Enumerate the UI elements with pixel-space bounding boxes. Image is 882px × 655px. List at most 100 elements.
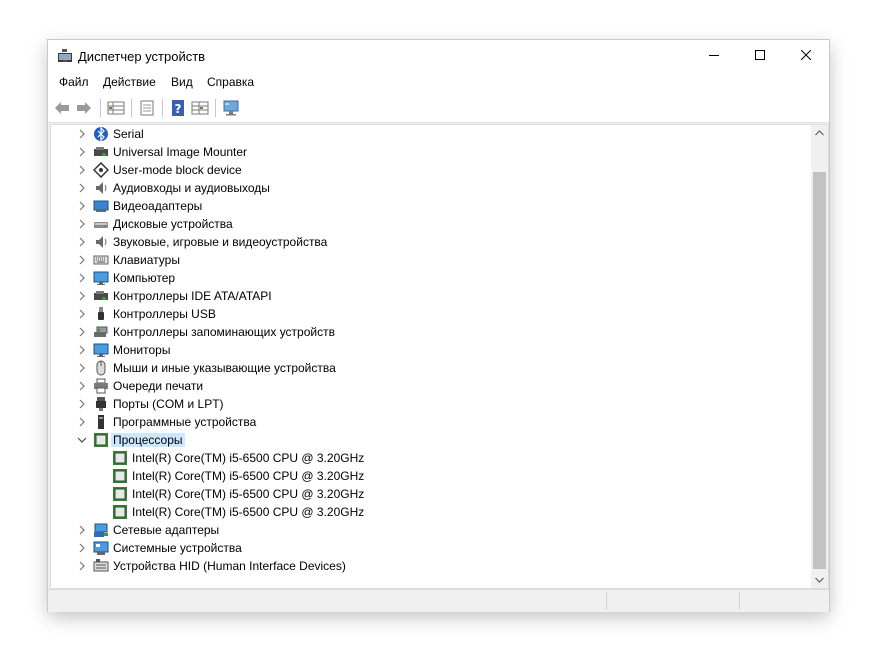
chevron-right-icon[interactable] bbox=[77, 560, 87, 572]
disk-icon bbox=[93, 216, 109, 232]
help-button[interactable]: ? bbox=[168, 98, 188, 118]
device-tree: Serial Universal Image Mounter User-mode b… bbox=[50, 124, 829, 589]
tree-category-5[interactable]: Дисковые устройства bbox=[51, 215, 808, 233]
tree-category-13[interactable]: Мыши и иные указывающие устройства bbox=[51, 359, 808, 377]
close-button[interactable] bbox=[783, 40, 829, 72]
document-button[interactable] bbox=[137, 98, 157, 118]
chevron-right-icon[interactable] bbox=[77, 236, 87, 248]
tree-category-16[interactable]: Программные устройства bbox=[51, 413, 808, 431]
tree-device-17-3[interactable]: Intel(R) Core(TM) i5-6500 CPU @ 3.20GHz bbox=[51, 503, 808, 521]
menu-help[interactable]: Справка bbox=[205, 75, 256, 89]
system-device-icon bbox=[93, 540, 109, 556]
chevron-right-icon[interactable] bbox=[77, 272, 87, 284]
chevron-right-icon[interactable] bbox=[77, 326, 87, 338]
menu-action[interactable]: Действие bbox=[101, 75, 158, 89]
minimize-icon bbox=[709, 55, 719, 56]
tree-category-7[interactable]: Клавиатуры bbox=[51, 251, 808, 269]
chevron-right-icon[interactable] bbox=[77, 254, 87, 266]
maximize-button[interactable] bbox=[737, 40, 783, 72]
chevron-right-icon[interactable] bbox=[77, 344, 87, 356]
tree-category-11[interactable]: Контроллеры запоминающих устройств bbox=[51, 323, 808, 341]
chevron-right-icon[interactable] bbox=[77, 308, 87, 320]
title-bar[interactable]: Диспетчер устройств bbox=[48, 40, 829, 72]
minimize-button[interactable] bbox=[691, 40, 737, 72]
tree-category-3[interactable]: Аудиовходы и аудиовыходы bbox=[51, 179, 808, 197]
menu-bar: Файл Действие Вид Справка bbox=[48, 72, 829, 94]
chevron-right-icon[interactable] bbox=[77, 524, 87, 536]
chevron-right-icon[interactable] bbox=[77, 362, 87, 374]
toolbar: ? bbox=[48, 94, 829, 123]
tree-category-0[interactable]: Serial bbox=[51, 125, 808, 143]
chevron-right-icon[interactable] bbox=[77, 146, 87, 158]
forward-button[interactable] bbox=[74, 98, 94, 118]
tree-category-6[interactable]: Звуковые, игровые и видеоустройства bbox=[51, 233, 808, 251]
close-icon bbox=[801, 50, 811, 60]
tree-category-9[interactable]: Контроллеры IDE ATA/ATAPI bbox=[51, 287, 808, 305]
window-title: Диспетчер устройств bbox=[78, 49, 206, 64]
tree-device-label: Intel(R) Core(TM) i5-6500 CPU @ 3.20GHz bbox=[132, 451, 365, 465]
tree-category-2[interactable]: User-mode block device bbox=[51, 161, 808, 179]
tree-category-label: Мыши и иные указывающие устройства bbox=[113, 361, 336, 375]
chevron-right-icon[interactable] bbox=[77, 416, 87, 428]
tree-category-label: Контроллеры запоминающих устройств bbox=[113, 325, 335, 339]
speaker-icon bbox=[93, 234, 109, 250]
chevron-right-icon[interactable] bbox=[77, 398, 87, 410]
chevron-down-icon[interactable] bbox=[77, 434, 87, 446]
tree-category-4[interactable]: Видеоадаптеры bbox=[51, 197, 808, 215]
back-button[interactable] bbox=[52, 98, 72, 118]
chevron-right-icon[interactable] bbox=[77, 290, 87, 302]
toolbar-separator bbox=[162, 99, 163, 117]
tree-category-14[interactable]: Очереди печати bbox=[51, 377, 808, 395]
back-icon bbox=[55, 102, 69, 114]
chevron-right-icon[interactable] bbox=[77, 218, 87, 230]
scroll-up-button[interactable] bbox=[811, 125, 828, 142]
scroll-down-button[interactable] bbox=[811, 571, 828, 588]
chevron-right-icon[interactable] bbox=[77, 182, 87, 194]
vertical-scrollbar[interactable] bbox=[811, 125, 828, 588]
chevron-right-icon[interactable] bbox=[77, 164, 87, 176]
status-bar bbox=[48, 589, 829, 612]
scroll-thumb[interactable] bbox=[813, 172, 826, 569]
tree-device-17-0[interactable]: Intel(R) Core(TM) i5-6500 CPU @ 3.20GHz bbox=[51, 449, 808, 467]
tree-category-15[interactable]: Порты (COM и LPT) bbox=[51, 395, 808, 413]
mouse-icon bbox=[93, 360, 109, 376]
tree-category-label: Звуковые, игровые и видеоустройства bbox=[113, 235, 328, 249]
menu-view[interactable]: Вид bbox=[169, 75, 195, 89]
properties-grid-icon bbox=[107, 101, 125, 115]
properties-button[interactable] bbox=[106, 98, 126, 118]
help-icon: ? bbox=[172, 100, 184, 116]
grid-button[interactable] bbox=[190, 98, 210, 118]
keyboard-icon bbox=[93, 252, 109, 268]
tree-category-label: Системные устройства bbox=[113, 541, 242, 555]
toolbar-separator bbox=[100, 99, 101, 117]
tree-category-19[interactable]: Системные устройства bbox=[51, 539, 808, 557]
tree-category-18[interactable]: Сетевые адаптеры bbox=[51, 521, 808, 539]
chevron-right-icon[interactable] bbox=[77, 200, 87, 212]
tree-category-10[interactable]: Контроллеры USB bbox=[51, 305, 808, 323]
tree-category-label: Аудиовходы и аудиовыходы bbox=[113, 181, 270, 195]
grid-icon bbox=[191, 101, 209, 115]
menu-file[interactable]: Файл bbox=[57, 75, 91, 89]
status-divider bbox=[606, 592, 607, 610]
chevron-right-icon[interactable] bbox=[77, 542, 87, 554]
processor-icon bbox=[112, 468, 128, 484]
network-adapter-icon bbox=[93, 522, 109, 538]
tree-category-label: Serial bbox=[113, 127, 144, 141]
printer-icon bbox=[93, 378, 109, 394]
tree-device-17-2[interactable]: Intel(R) Core(TM) i5-6500 CPU @ 3.20GHz bbox=[51, 485, 808, 503]
tree-category-label: Порты (COM и LPT) bbox=[113, 397, 224, 411]
tree-category-label: Компьютер bbox=[113, 271, 176, 285]
tree-device-17-1[interactable]: Intel(R) Core(TM) i5-6500 CPU @ 3.20GHz bbox=[51, 467, 808, 485]
monitor-icon bbox=[93, 270, 109, 286]
scan-hardware-button[interactable] bbox=[221, 98, 241, 118]
tree-category-12[interactable]: Мониторы bbox=[51, 341, 808, 359]
tree-category-label: Дисковые устройства bbox=[113, 217, 233, 231]
chevron-right-icon[interactable] bbox=[77, 380, 87, 392]
chevron-right-icon[interactable] bbox=[77, 128, 87, 140]
tree-category-17[interactable]: Процессоры bbox=[51, 431, 808, 449]
tree-category-20[interactable]: Устройства HID (Human Interface Devices) bbox=[51, 557, 808, 575]
tree-category-1[interactable]: Universal Image Mounter bbox=[51, 143, 808, 161]
controller-icon bbox=[93, 288, 109, 304]
processor-icon bbox=[112, 504, 128, 520]
tree-category-8[interactable]: Компьютер bbox=[51, 269, 808, 287]
